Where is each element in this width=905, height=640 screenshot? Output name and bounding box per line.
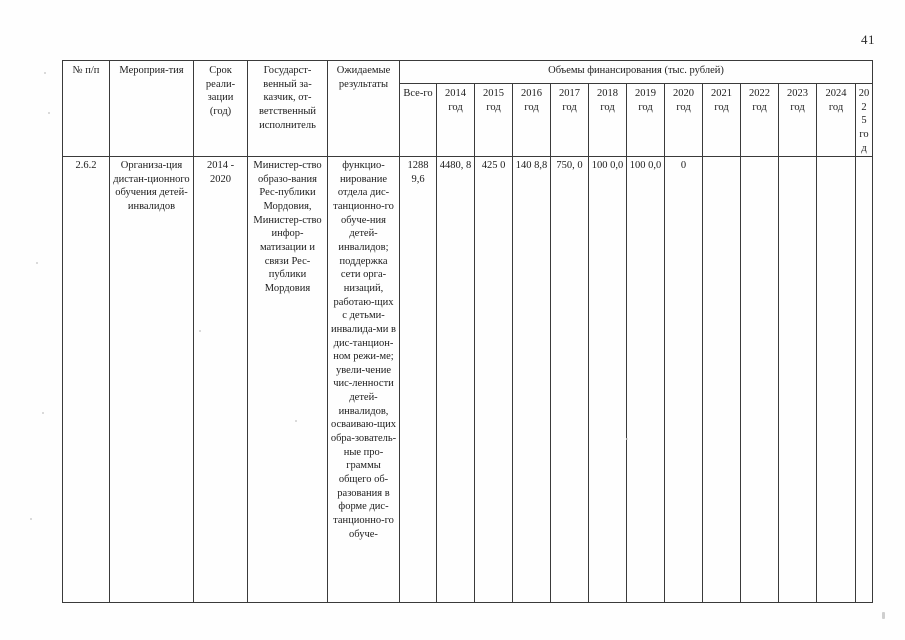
table-body: 2.6.2 Организа-ция дистан-ционного обуче… bbox=[62, 156, 873, 604]
page-number: 41 bbox=[861, 32, 875, 47]
program-measures-table: № п/п Мероприя-тия Срок реали-зации (год… bbox=[62, 59, 873, 604]
header-year-2021: 2021 год bbox=[702, 82, 741, 158]
header-number: № п/п bbox=[62, 59, 110, 158]
header-finance-group: Объемы финансирования (тыс. рублей) bbox=[399, 60, 873, 84]
cell-number-text: 2.6.2 bbox=[75, 160, 97, 172]
cell-value-2020: 0 bbox=[664, 156, 703, 604]
cell-value-2022 bbox=[740, 156, 779, 604]
scan-speck bbox=[882, 612, 885, 619]
header-year-2018: 2018 год bbox=[588, 82, 627, 158]
document-page: 41 № п/п Мероприя-тия Срок реали-зации (… bbox=[0, 0, 905, 640]
table-row: 2.6.2 Организа-ция дистан-ционного обуче… bbox=[62, 156, 873, 604]
scan-speck bbox=[48, 112, 50, 114]
cell-event: Организа-ция дистан-ционного обучения де… bbox=[109, 156, 194, 604]
cell-value-2017-text: 750, 0 bbox=[556, 160, 583, 172]
cell-value-2025 bbox=[855, 156, 873, 604]
header-result: Ожидаемые результаты bbox=[327, 59, 400, 158]
header-year-2017: 2017 год bbox=[550, 82, 589, 158]
cell-number: 2.6.2 bbox=[62, 156, 110, 604]
header-year-total: Все-го bbox=[399, 82, 437, 158]
header-year-2020: 2020 год bbox=[664, 82, 703, 158]
table-head: № п/п Мероприя-тия Срок реали-зации (год… bbox=[62, 59, 873, 158]
header-year-2016: 2016 год bbox=[512, 82, 551, 158]
cell-result-text: функцио-нирование отдела дис-танционно-г… bbox=[330, 160, 397, 540]
cell-value-2021 bbox=[702, 156, 741, 604]
cell-event-text: Организа-ция дистан-ционного обучения де… bbox=[113, 160, 190, 213]
cell-value-2015-text: 425 0 bbox=[481, 160, 506, 172]
cell-result: функцио-нирование отдела дис-танционно-г… bbox=[327, 156, 400, 604]
cell-value-2017: 750, 0 bbox=[550, 156, 589, 604]
cell-value-2023 bbox=[778, 156, 817, 604]
cell-value-2016-text: 140 8,8 bbox=[515, 160, 548, 172]
scan-speck bbox=[44, 72, 46, 74]
header-year-2019: 2019 год bbox=[626, 82, 665, 158]
cell-value-2024 bbox=[816, 156, 856, 604]
cell-value-2019: 100 0,0 bbox=[626, 156, 665, 604]
scan-speck bbox=[42, 412, 44, 414]
cell-value-total: 1288 9,6 bbox=[399, 156, 437, 604]
cell-value-2015: 425 0 bbox=[474, 156, 513, 604]
cell-customer: Министер-ство образо-вания Рес-публики М… bbox=[247, 156, 328, 604]
cell-value-2018-text: 100 0,0 bbox=[591, 160, 624, 172]
cell-term: 2014 - 2020 bbox=[193, 156, 248, 604]
cell-value-2014: 4480, 8 bbox=[436, 156, 475, 604]
scan-speck bbox=[30, 518, 32, 520]
header-year-2015: 2015 год bbox=[474, 82, 513, 158]
cell-value-2018: 100 0,0 bbox=[588, 156, 627, 604]
cell-value-2019-text: 100 0,0 bbox=[629, 160, 662, 172]
cell-customer-text: Министер-ство образо-вания Рес-публики М… bbox=[253, 160, 322, 294]
header-year-2024: 2024 год bbox=[816, 82, 856, 158]
cell-value-total-text: 1288 9,6 bbox=[407, 160, 429, 185]
header-year-2023: 2023 год bbox=[778, 82, 817, 158]
header-year-2025: 202 5 год bbox=[855, 82, 873, 158]
cell-value-2016: 140 8,8 bbox=[512, 156, 551, 604]
header-year-2022: 2022 год bbox=[740, 82, 779, 158]
header-term: Срок реали-зации (год) bbox=[193, 59, 248, 158]
cell-value-2014-text: 4480, 8 bbox=[439, 160, 472, 172]
scan-speck bbox=[36, 262, 38, 264]
cell-value-2020-text: 0 bbox=[680, 160, 687, 172]
finance-table-container: № п/п Мероприя-тия Срок реали-зации (год… bbox=[62, 59, 873, 604]
cell-term-text: 2014 - 2020 bbox=[206, 160, 235, 185]
header-customer: Государст-венный за-казчик, от-ветственн… bbox=[247, 59, 328, 158]
header-year-2014: 2014 год bbox=[436, 82, 475, 158]
header-event: Мероприя-тия bbox=[109, 59, 194, 158]
table-header-row-1: № п/п Мероприя-тия Срок реали-зации (год… bbox=[62, 59, 873, 158]
